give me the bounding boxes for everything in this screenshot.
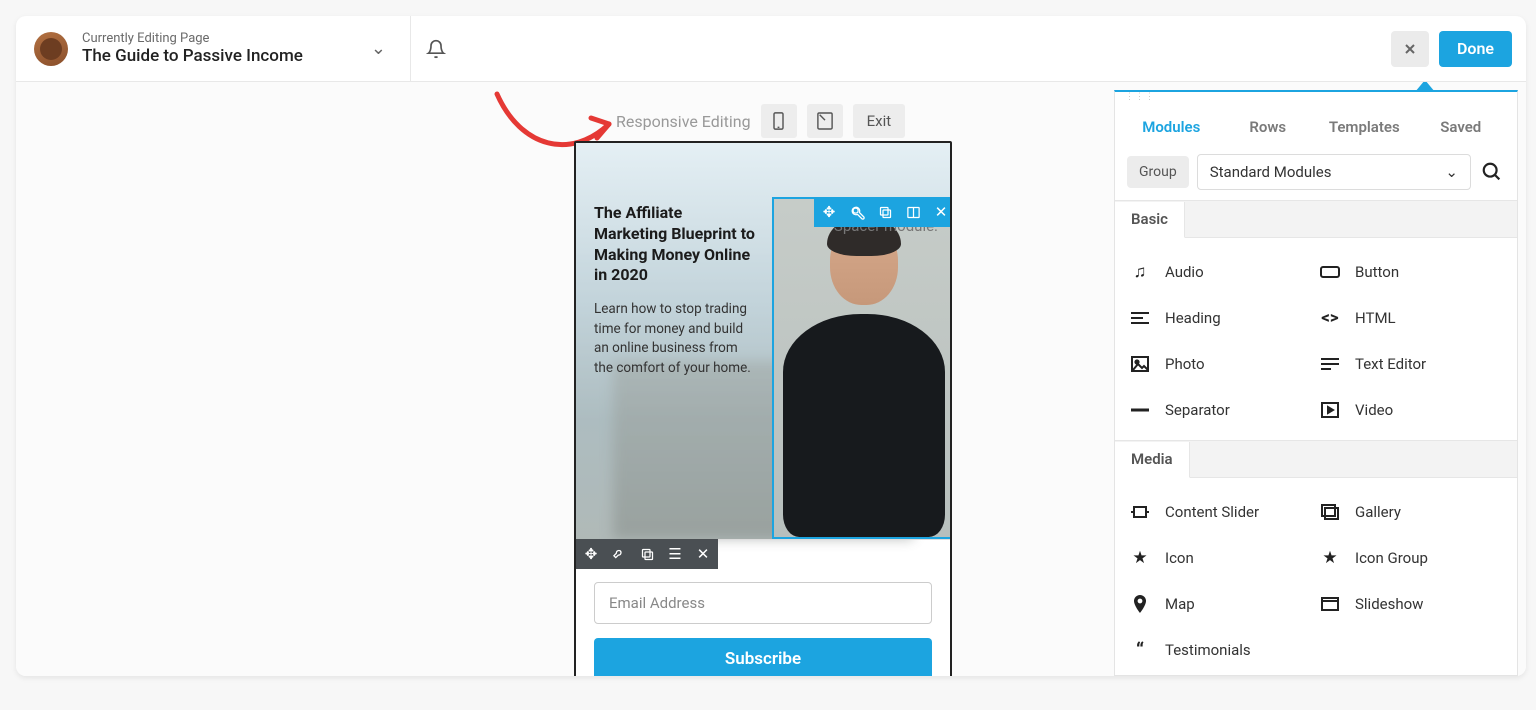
panel-controls: Group Standard Modules ⌄ xyxy=(1115,146,1517,200)
mobile-icon xyxy=(773,112,784,130)
content-panel: ⋮⋮⋮ Modules Rows Templates Saved Group S… xyxy=(1114,90,1518,676)
panel-body[interactable]: Basic ♫Audio Button Heading <>HTML Photo… xyxy=(1115,200,1517,675)
module-group-dropdown[interactable]: Standard Modules ⌄ xyxy=(1197,154,1471,190)
module-gallery[interactable]: Gallery xyxy=(1319,492,1503,532)
slideshow-icon xyxy=(1319,597,1341,611)
beaver-logo xyxy=(34,32,68,66)
tab-saved[interactable]: Saved xyxy=(1413,108,1510,146)
editing-label: Currently Editing Page xyxy=(82,31,351,46)
remove-icon[interactable]: ✕ xyxy=(932,203,950,221)
module-audio[interactable]: ♫Audio xyxy=(1129,252,1313,292)
chevron-down-icon[interactable]: ⌄ xyxy=(365,32,392,65)
dropdown-value: Standard Modules xyxy=(1210,163,1332,181)
chevron-down-icon: ⌄ xyxy=(1445,163,1458,181)
move-icon[interactable]: ✥ xyxy=(582,545,600,563)
tab-templates[interactable]: Templates xyxy=(1316,108,1413,146)
module-testimonials[interactable]: “Testimonials xyxy=(1129,630,1313,670)
duplicate-icon[interactable] xyxy=(876,205,894,220)
editor-canvas: Responsive Editing Exit The Affiliate Ma… xyxy=(16,82,1526,676)
tablet-view-button[interactable] xyxy=(807,104,843,138)
module-slideshow[interactable]: Slideshow xyxy=(1319,584,1503,624)
photo-module-selected[interactable] xyxy=(772,197,952,539)
columns-icon[interactable] xyxy=(904,205,922,220)
wrench-icon[interactable] xyxy=(848,205,866,220)
done-button[interactable]: Done xyxy=(1439,31,1512,67)
photo-icon xyxy=(1129,356,1151,372)
move-icon[interactable]: ✥ xyxy=(820,203,838,221)
heading-icon xyxy=(1129,311,1151,325)
selected-module-toolbar: ✥ ✕ xyxy=(814,197,952,227)
tab-modules[interactable]: Modules xyxy=(1123,108,1220,146)
module-html[interactable]: <>HTML xyxy=(1319,298,1503,338)
top-bar: Currently Editing Page The Guide to Pass… xyxy=(16,16,1526,82)
button-icon xyxy=(1319,266,1341,278)
page-title: The Guide to Passive Income xyxy=(82,46,351,66)
person-photo xyxy=(774,199,952,537)
responsive-editing-bar: Responsive Editing Exit xyxy=(616,104,905,138)
panel-tabs: Modules Rows Templates Saved xyxy=(1115,102,1517,146)
module-separator[interactable]: Separator xyxy=(1129,390,1313,430)
text-icon xyxy=(1319,357,1341,371)
duplicate-icon[interactable] xyxy=(638,547,656,562)
audio-icon: ♫ xyxy=(1129,262,1151,282)
module-video[interactable]: Video xyxy=(1319,390,1503,430)
hero-content: The Affiliate Marketing Blueprint to Mak… xyxy=(576,143,776,378)
bell-icon xyxy=(426,39,446,59)
mobile-view-button[interactable] xyxy=(761,104,797,138)
tablet-icon xyxy=(817,112,833,130)
quote-icon: “ xyxy=(1129,638,1151,662)
hero-subtitle: Learn how to stop trading time for money… xyxy=(594,300,758,378)
module-button[interactable]: Button xyxy=(1319,252,1503,292)
module-map[interactable]: Map xyxy=(1129,584,1313,624)
map-pin-icon xyxy=(1129,595,1151,613)
notifications-button[interactable] xyxy=(411,39,461,59)
menu-icon[interactable]: ☰ xyxy=(666,545,684,563)
search-button[interactable] xyxy=(1479,159,1505,185)
row-toolbar: ✥ ☰ ✕ xyxy=(576,539,718,569)
module-photo[interactable]: Photo xyxy=(1129,344,1313,384)
wrench-icon[interactable] xyxy=(610,547,628,562)
star-icon: ★ xyxy=(1129,548,1151,568)
responsive-exit-button[interactable]: Exit xyxy=(853,104,906,138)
slider-icon xyxy=(1129,505,1151,519)
star-icon: ★ xyxy=(1319,548,1341,568)
page-info: Currently Editing Page The Guide to Pass… xyxy=(16,16,411,81)
module-content-slider[interactable]: Content Slider xyxy=(1129,492,1313,532)
module-text-editor[interactable]: Text Editor xyxy=(1319,344,1503,384)
panel-pointer xyxy=(1415,82,1435,92)
search-icon xyxy=(1481,161,1503,183)
video-icon xyxy=(1319,402,1341,418)
separator-icon xyxy=(1129,408,1151,412)
module-icon-group[interactable]: ★Icon Group xyxy=(1319,538,1503,578)
panel-drag-handle[interactable]: ⋮⋮⋮ xyxy=(1115,92,1517,102)
category-media: Media xyxy=(1115,440,1517,478)
page-text: Currently Editing Page The Guide to Pass… xyxy=(82,31,351,66)
close-panel-button[interactable] xyxy=(1391,31,1429,67)
email-field[interactable] xyxy=(594,582,932,624)
gallery-icon xyxy=(1319,504,1341,520)
subscribe-button[interactable]: Subscribe xyxy=(594,638,932,676)
module-icon[interactable]: ★Icon xyxy=(1129,538,1313,578)
responsive-editing-label: Responsive Editing xyxy=(616,112,751,131)
module-heading[interactable]: Heading xyxy=(1129,298,1313,338)
group-chip[interactable]: Group xyxy=(1127,156,1189,188)
hero-title: The Affiliate Marketing Blueprint to Mak… xyxy=(594,203,758,286)
remove-icon[interactable]: ✕ xyxy=(694,545,712,563)
html-icon: <> xyxy=(1319,308,1341,328)
mobile-preview-frame: The Affiliate Marketing Blueprint to Mak… xyxy=(574,141,952,676)
category-basic: Basic xyxy=(1115,200,1517,238)
tab-rows[interactable]: Rows xyxy=(1220,108,1317,146)
close-icon xyxy=(1402,41,1418,57)
